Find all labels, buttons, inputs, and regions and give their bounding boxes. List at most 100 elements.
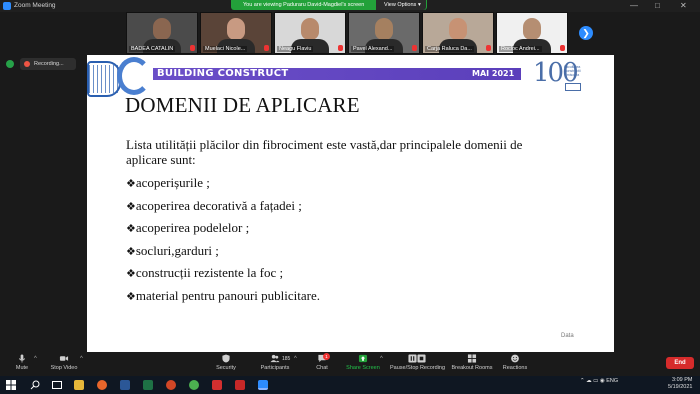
participant-thumbnail[interactable]: BADEA CATALIN — [126, 12, 198, 54]
slide-bullet: ❖construcții rezistente la foc ; — [126, 265, 283, 281]
view-options-button[interactable]: View Options ▾ — [376, 0, 426, 10]
minimize-icon[interactable]: — — [630, 1, 638, 10]
bullet-text: socluri,garduri ; — [135, 243, 219, 258]
security-button[interactable]: Security — [212, 352, 240, 376]
stop-video-button[interactable]: Stop Video — [48, 352, 80, 376]
zoom-app-icon — [3, 2, 11, 10]
bullet-text: acoperirea decorativă a fațadei ; — [135, 198, 302, 213]
participants-label: Participants — [260, 365, 290, 371]
chrome-icon[interactable] — [189, 380, 199, 390]
centenary-subtext: Facultatea Constructii Timisoara — [564, 65, 581, 77]
share-screen-button[interactable]: Share Screen — [344, 352, 382, 376]
bullet-diamond-icon: ❖ — [126, 268, 136, 280]
acrobat-icon[interactable] — [212, 380, 222, 390]
security-label: Security — [216, 365, 236, 371]
muted-mic-icon — [486, 45, 491, 51]
recording-dot-icon — [24, 61, 30, 67]
file-explorer-icon[interactable] — [74, 380, 84, 390]
clock-date: 5/19/2021 — [668, 384, 693, 390]
clock-time: 3:09 PM — [671, 377, 693, 383]
muted-mic-icon — [412, 45, 417, 51]
bullet-diamond-icon: ❖ — [126, 246, 136, 258]
slide-bullet: ❖acoperirea decorativă a fațadei ; — [126, 198, 302, 214]
slide-header-date: MAI 2021 — [472, 69, 515, 78]
search-icon[interactable] — [30, 380, 40, 390]
participant-name: Rocloc Andrei... — [499, 46, 542, 52]
participants-icon — [270, 354, 280, 363]
task-view-icon[interactable] — [52, 380, 62, 390]
participant-thumbnail[interactable]: Rocloc Andrei... — [496, 12, 568, 54]
recording-indicator[interactable]: Recording... — [20, 58, 76, 70]
participant-name: Carja Raluca Da... — [425, 46, 474, 52]
next-page-button[interactable]: ❯ — [579, 26, 593, 40]
bullet-text: acoperișurile ; — [135, 175, 210, 190]
excel-icon[interactable] — [143, 380, 153, 390]
pdf-reader-icon[interactable] — [235, 380, 245, 390]
bullet-text: acoperirea podelelor ; — [135, 220, 250, 235]
participant-head — [523, 18, 541, 40]
system-tray[interactable]: ⌃ ☁ ▭ ◉ ENG — [580, 378, 618, 384]
breakout-rooms-icon — [467, 354, 477, 363]
slide-footer-date: Data — [561, 333, 574, 339]
participant-name: Neagu Flaviu — [277, 46, 314, 52]
participant-head — [227, 18, 245, 40]
firefox-icon[interactable] — [97, 380, 107, 390]
chevron-down-icon: ▾ — [418, 2, 421, 8]
end-meeting-button[interactable]: End — [666, 357, 694, 369]
mute-label: Mute — [15, 365, 29, 371]
slide-heading: DOMENII DE APLICARE — [125, 93, 360, 117]
participant-name: BADEA CATALIN — [129, 46, 176, 52]
participant-thumbnail[interactable]: Pavel Alexand... — [348, 12, 420, 54]
powerpoint-icon[interactable] — [166, 380, 176, 390]
breakout-rooms-label: Breakout Rooms — [451, 365, 493, 371]
encryption-shield-icon[interactable] — [6, 60, 14, 68]
centenary-logo: 100 Facultatea Constructii Timisoara — [533, 58, 595, 92]
reactions-label: Reactions — [502, 365, 528, 371]
meeting-controls-bar: Mute ^ Stop Video ^ Security Participant… — [0, 352, 700, 376]
participant-thumbnail[interactable]: Neagu Flaviu — [274, 12, 346, 54]
participant-thumbnail[interactable]: Carja Raluca Da... — [422, 12, 494, 54]
participants-options-caret-icon[interactable]: ^ — [294, 356, 297, 362]
participant-thumbnail[interactable]: Muelaci Nicole... — [200, 12, 272, 54]
bullet-text: construcții rezistente la foc ; — [135, 265, 284, 280]
slide-bullet: ❖material pentru panouri publicitare. — [126, 288, 320, 304]
word-icon[interactable] — [120, 380, 130, 390]
taskbar-clock[interactable]: 3:09 PM 5/19/2021 — [668, 377, 692, 391]
mute-options-caret-icon[interactable]: ^ — [34, 356, 37, 362]
breakout-rooms-button[interactable]: Breakout Rooms — [451, 352, 493, 376]
recording-label: Recording... — [34, 61, 64, 67]
reactions-button[interactable]: Reactions — [502, 352, 528, 376]
centenary-emblem — [565, 83, 581, 91]
chat-label: Chat — [316, 365, 328, 371]
bullet-diamond-icon: ❖ — [126, 201, 136, 213]
viewing-label: You are viewing Paduraru David-Magdiel's… — [243, 2, 365, 8]
video-options-caret-icon[interactable]: ^ — [80, 356, 83, 362]
zoom-taskbar-icon[interactable] — [258, 380, 268, 390]
stop-video-label: Stop Video — [50, 365, 78, 371]
bullet-diamond-icon: ❖ — [126, 223, 136, 235]
participant-head — [375, 18, 393, 40]
muted-mic-icon — [338, 45, 343, 51]
muted-mic-icon — [190, 45, 195, 51]
security-shield-icon — [222, 354, 230, 363]
mute-button[interactable]: Mute — [10, 352, 34, 376]
smiley-icon — [511, 354, 519, 363]
slide-bullet: ❖acoperișurile ; — [126, 175, 210, 191]
maximize-icon[interactable]: □ — [655, 1, 660, 10]
participant-head — [449, 18, 467, 40]
pause-stop-recording-button[interactable]: Pause/Stop Recording — [390, 352, 445, 376]
slide-bullet: ❖socluri,garduri ; — [126, 243, 219, 259]
close-icon[interactable]: ✕ — [680, 1, 687, 10]
pause-stop-icon — [408, 354, 426, 363]
chat-button[interactable]: Chat — [310, 352, 334, 376]
participant-head — [301, 18, 319, 40]
share-screen-label: Share Screen — [346, 365, 380, 371]
video-camera-icon — [59, 356, 69, 361]
microphone-icon — [18, 354, 26, 363]
windows-start-icon[interactable] — [6, 380, 16, 390]
slide-bullet: ❖acoperirea podelelor ; — [126, 220, 249, 236]
share-options-caret-icon[interactable]: ^ — [380, 356, 383, 362]
slide-header-title: BUILDING CONSTRUCT — [157, 68, 289, 79]
view-options-label: View Options — [384, 2, 417, 8]
bullet-text: material pentru panouri publicitare. — [135, 288, 320, 303]
